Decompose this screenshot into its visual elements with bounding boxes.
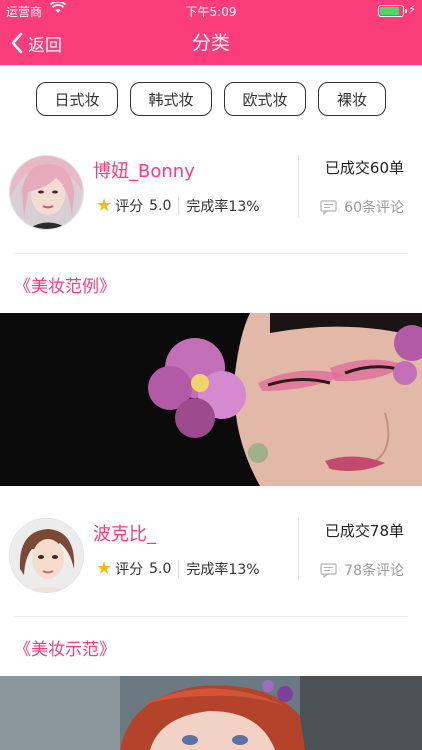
- clock: 下午5:09: [185, 5, 237, 19]
- star-icon: ★: [96, 195, 113, 216]
- column-divider: [298, 155, 299, 217]
- completion-rate: 完成率13%: [186, 199, 260, 215]
- deal-count: 已成交78单: [324, 522, 404, 540]
- makeup-photo[interactable]: [0, 676, 422, 750]
- rating-row: ★ 评分 5.0 完成率13%: [96, 559, 260, 579]
- divider: [178, 560, 180, 578]
- comment-count: 78条评论: [344, 563, 404, 579]
- comments-link[interactable]: 78条评论: [320, 560, 404, 580]
- rating-row: ★ 评分 5.0 完成率13%: [96, 196, 260, 216]
- divider: [14, 253, 408, 254]
- nav-bar: 运营商 下午5:09 ⚡ 返回 分类: [0, 0, 422, 65]
- charging-icon: ⚡: [408, 3, 416, 16]
- filter-chip-european[interactable]: 欧式妆: [224, 82, 306, 116]
- comment-icon: [320, 199, 337, 215]
- section-title[interactable]: 《美妆示范》: [14, 635, 116, 660]
- avatar[interactable]: [9, 155, 84, 230]
- filter-chip-korean[interactable]: 韩式妆: [130, 82, 212, 116]
- column-divider: [298, 518, 299, 580]
- rating-value: 5.0: [149, 561, 172, 577]
- artist-name[interactable]: 博妞_Bonny: [93, 157, 195, 183]
- rating-label: 评分: [115, 199, 144, 215]
- avatar[interactable]: [9, 518, 84, 593]
- artist-name[interactable]: 波克比_: [93, 520, 156, 546]
- comment-icon: [320, 562, 337, 578]
- section-title[interactable]: 《美妆范例》: [14, 272, 116, 297]
- filter-chip-japanese[interactable]: 日式妆: [36, 82, 118, 116]
- page-title: 分类: [191, 32, 230, 54]
- battery-icon: [378, 5, 407, 17]
- artist-card[interactable]: 波克比_ ★ 评分 5.0 完成率13% 已成交78单 78条评论 《美妆示范》: [0, 513, 422, 673]
- divider: [14, 616, 408, 617]
- status-bar: 运营商 下午5:09 ⚡: [0, 0, 422, 22]
- comment-count: 60条评论: [344, 200, 404, 216]
- completion-rate: 完成率13%: [186, 562, 260, 578]
- category-filters: 日式妆 韩式妆 欧式妆 裸妆: [0, 82, 422, 118]
- makeup-photo[interactable]: [0, 313, 422, 486]
- artist-card[interactable]: 博妞_Bonny ★ 评分 5.0 完成率13% 已成交60单 60条评论 《美…: [0, 150, 422, 310]
- deal-count: 已成交60单: [324, 159, 404, 177]
- comments-link[interactable]: 60条评论: [320, 197, 404, 217]
- star-icon: ★: [96, 558, 113, 579]
- rating-value: 5.0: [149, 198, 172, 214]
- divider: [178, 197, 180, 215]
- rating-label: 评分: [115, 562, 144, 578]
- filter-chip-nude[interactable]: 裸妆: [318, 82, 386, 116]
